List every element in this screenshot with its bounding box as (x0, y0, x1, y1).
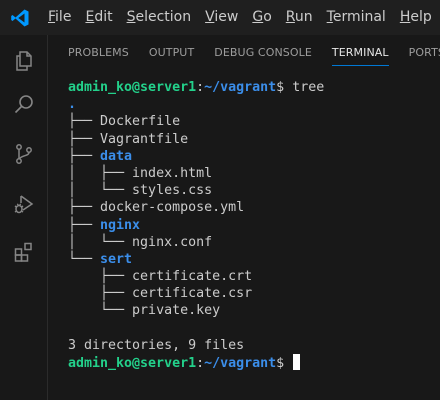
menu-view[interactable]: View (198, 0, 245, 35)
run-debug-icon[interactable] (0, 180, 48, 228)
tree-file: │ ├── index.html (68, 165, 433, 182)
prompt-line-current: admin_ko@server1:~/vagrant$ (68, 354, 433, 371)
tree-entry-name: nginx (100, 217, 141, 233)
prompt-path: ~/vagrant (204, 356, 277, 371)
menu-terminal[interactable]: Terminal (320, 0, 393, 35)
tree-file: ├── certificate.csr (68, 285, 433, 302)
tree-file: │ └── nginx.conf (68, 234, 433, 251)
panel-tabs: PROBLEMSOUTPUTDEBUG CONSOLETERMINALPORTS (48, 35, 440, 70)
tree-guide: ├── (68, 217, 101, 233)
tree-entry-name: . (68, 97, 77, 113)
tab-problems[interactable]: PROBLEMS (48, 35, 139, 70)
prompt-end: $ (276, 356, 293, 371)
prompt-user: admin_ko@server1 (68, 356, 197, 371)
summary-line: 3 directories, 9 files (68, 337, 245, 353)
menu-edit[interactable]: Edit (78, 0, 119, 35)
tree-guide: │ ├── (68, 165, 133, 181)
tree-guide: └── (68, 303, 133, 319)
tree-guide: ├── (68, 200, 101, 216)
menu-run[interactable]: Run (279, 0, 320, 35)
search-icon[interactable] (0, 81, 48, 129)
tree-guide: │ └── (68, 234, 133, 250)
activity-bar (0, 35, 48, 400)
prompt-separator: : (196, 80, 205, 95)
source-control-icon[interactable] (0, 130, 48, 178)
extensions-icon[interactable] (0, 228, 48, 276)
tree-file: └── private.key (68, 302, 433, 319)
tree-entry-name: Dockerfile (100, 114, 181, 130)
tree-output: . ├── Dockerfile ├── Vagrantfile ├── data │ … (68, 96, 433, 319)
tree-entry-name: sert (100, 251, 133, 267)
tree-guide: ├── (68, 114, 101, 130)
tree-directory: . (68, 96, 433, 113)
tree-guide: ├── (68, 148, 101, 164)
tree-guide: ├── (68, 131, 101, 147)
prompt-separator: : (196, 356, 205, 371)
vscode-window: File Edit Selection View Go Run Terminal Help (0, 0, 440, 400)
tree-file: ├── docker-compose.yml (68, 199, 433, 216)
tab-output[interactable]: OUTPUT (139, 35, 204, 70)
tree-entry-name: styles.css (132, 183, 213, 199)
tree-directory: ├── nginx (68, 217, 433, 234)
tree-entry-name: data (100, 148, 133, 164)
tab-debug-console[interactable]: DEBUG CONSOLE (204, 35, 322, 70)
tree-file: ├── Dockerfile (68, 113, 433, 130)
tree-entry-name: certificate.csr (132, 286, 253, 302)
tree-guide: ├── (68, 286, 133, 302)
tree-entry-name: nginx.conf (132, 234, 213, 250)
prompt-path: ~/vagrant (204, 80, 277, 95)
bottom-panel: PROBLEMSOUTPUTDEBUG CONSOLETERMINALPORTS… (48, 35, 440, 400)
tab-ports[interactable]: PORTS (399, 35, 440, 70)
vscode-logo-icon (9, 7, 31, 29)
menu-go[interactable]: Go (245, 0, 278, 35)
tree-entry-name: certificate.crt (132, 269, 253, 285)
prompt-user: admin_ko@server1 (68, 80, 197, 95)
tree-guide: ├── (68, 269, 133, 285)
tree-directory: ├── data (68, 148, 433, 165)
menu-help[interactable]: Help (393, 0, 439, 35)
tab-terminal[interactable]: TERMINAL (322, 35, 399, 70)
tree-entry-name: docker-compose.yml (100, 200, 245, 216)
tree-entry-name: private.key (132, 303, 221, 319)
tree-guide: │ └── (68, 183, 133, 199)
tree-entry-name: index.html (132, 165, 213, 181)
prompt-end: $ (276, 80, 293, 95)
terminal-output[interactable]: admin_ko@server1:~/vagrant$ tree . ├── Do… (68, 79, 433, 371)
tree-file: │ └── styles.css (68, 182, 433, 199)
command-text: tree (292, 80, 325, 95)
menu-selection[interactable]: Selection (120, 0, 199, 35)
prompt-line: admin_ko@server1:~/vagrant$ tree (68, 79, 433, 96)
menu-bar: File Edit Selection View Go Run Terminal Help (0, 0, 440, 35)
tree-entry-name: Vagrantfile (100, 131, 189, 147)
tree-directory: └── sert (68, 251, 433, 268)
tree-guide: └── (68, 251, 101, 267)
tree-file: ├── certificate.crt (68, 268, 433, 285)
explorer-icon[interactable] (0, 37, 48, 85)
tree-file: ├── Vagrantfile (68, 131, 433, 148)
terminal-cursor (293, 354, 301, 370)
menu-file[interactable]: File (41, 0, 78, 35)
